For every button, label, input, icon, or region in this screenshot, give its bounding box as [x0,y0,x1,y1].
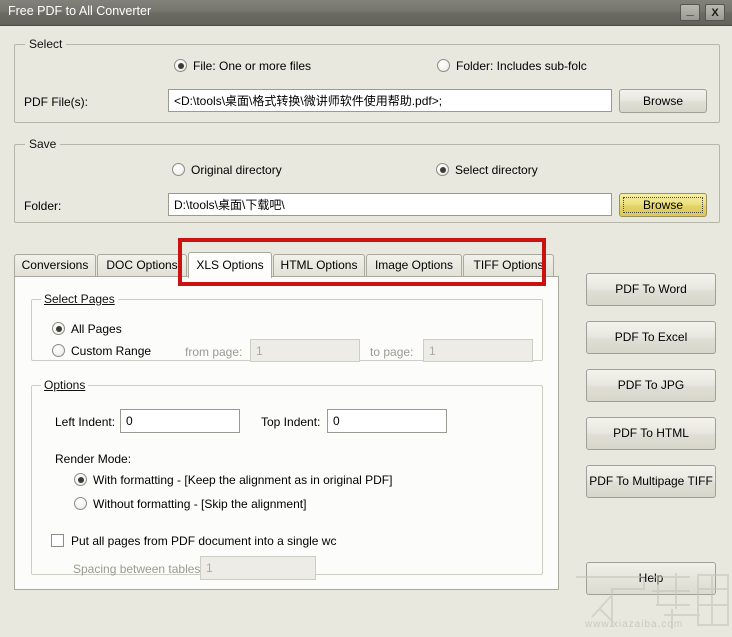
spacing-between-tables-label: Spacing between tables: [73,562,204,576]
radio-select-directory-label: Select directory [455,163,538,177]
radio-source-folder[interactable] [437,59,450,72]
save-group-legend: Save [25,137,61,151]
radio-custom-range-label: Custom Range [71,344,152,358]
close-button[interactable]: X [705,4,725,21]
radio-source-file-label: File: One or more files [193,59,312,73]
left-indent-input[interactable] [120,409,240,433]
tab-xls-options[interactable]: XLS Options [188,252,272,278]
to-page-input[interactable] [423,339,533,362]
pdf-files-label: PDF File(s): [24,95,88,109]
browse-files-button[interactable]: Browse [619,89,707,113]
tab-image-options[interactable]: Image Options [366,254,462,276]
pdf-to-word-button[interactable]: PDF To Word [586,273,716,306]
focus-ring [623,197,703,213]
render-mode-label: Render Mode: [55,452,132,466]
title-bar: Free PDF to All Converter _ X [0,0,732,26]
tab-panel-xls-options: Select Pages All Pages Custom Range from… [14,276,559,590]
select-group-legend: Select [25,37,67,51]
radio-all-pages-label: All Pages [71,322,122,336]
radio-custom-range[interactable] [52,344,65,357]
checkbox-single-document-label: Put all pages from PDF document into a s… [71,534,337,548]
watermark-url: www.xiazaiba.com [585,619,684,630]
spacing-between-tables-input[interactable] [200,556,316,580]
minimize-button[interactable]: _ [680,2,700,21]
browse-folder-button[interactable]: Browse [619,193,707,217]
options-legend: Options [41,378,89,392]
radio-with-formatting-label: With formatting - [Keep the alignment as… [93,473,393,487]
to-page-label: to page: [370,345,414,359]
radio-original-directory-label: Original directory [191,163,282,177]
radio-source-file[interactable] [174,59,187,72]
select-pages-legend: Select Pages [41,292,118,306]
radio-without-formatting[interactable] [74,497,87,510]
minimize-icon: _ [686,2,694,17]
application-window: Free PDF to All Converter _ X Select Fil… [0,0,732,637]
radio-original-directory[interactable] [172,163,185,176]
tab-strip: Conversions DOC Options XLS Options HTML… [14,252,559,278]
tab-tiff-options[interactable]: TIFF Options [463,254,554,276]
checkbox-single-document[interactable] [51,534,64,547]
tab-html-options[interactable]: HTML Options [273,254,365,276]
top-indent-label: Top Indent: [261,415,321,429]
tab-doc-options[interactable]: DOC Options [97,254,187,276]
radio-source-folder-label: Folder: Includes sub-folc [456,59,587,73]
from-page-label: from page: [185,345,243,359]
pdf-to-excel-button[interactable]: PDF To Excel [586,321,716,354]
pdf-to-jpg-button[interactable]: PDF To JPG [586,369,716,402]
radio-select-directory[interactable] [436,163,449,176]
left-indent-label: Left Indent: [55,415,116,429]
options-legend-text: Options [44,378,86,392]
select-pages-legend-text: Select Pages [44,292,115,306]
pdf-files-input[interactable] [168,89,612,112]
radio-all-pages[interactable] [52,322,65,335]
pdf-to-multipage-tiff-button[interactable]: PDF To Multipage TIFF [586,465,716,498]
window-title: Free PDF to All Converter [8,4,152,18]
top-indent-input[interactable] [327,409,447,433]
folder-input[interactable] [168,193,612,216]
close-icon: X [711,7,719,19]
tab-conversions[interactable]: Conversions [14,254,96,276]
radio-with-formatting[interactable] [74,473,87,486]
help-button[interactable]: Help [586,562,716,595]
folder-label: Folder: [24,199,62,213]
from-page-input[interactable] [250,339,360,362]
pdf-to-html-button[interactable]: PDF To HTML [586,417,716,450]
radio-without-formatting-label: Without formatting - [Skip the alignment… [93,497,307,511]
